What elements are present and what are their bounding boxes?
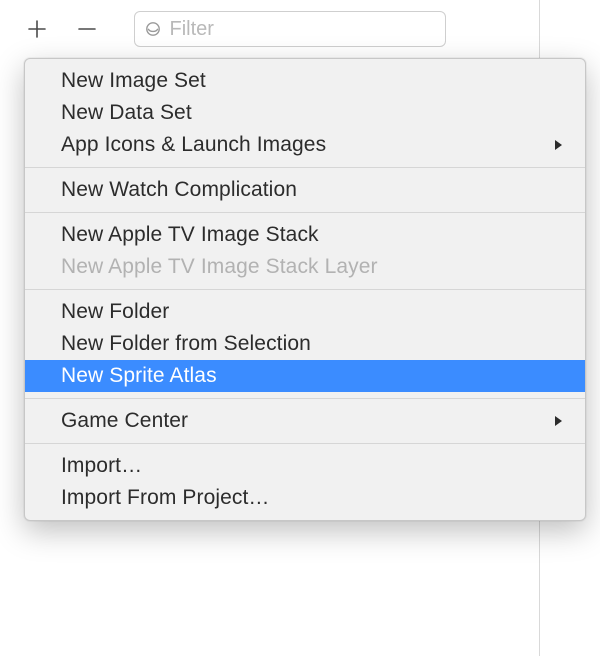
menu-item[interactable]: New Watch Complication bbox=[25, 174, 585, 206]
submenu-arrow-icon bbox=[553, 415, 565, 427]
menu-item-label: New Watch Complication bbox=[61, 178, 565, 202]
menu-item[interactable]: Import From Project… bbox=[25, 482, 585, 514]
menu-separator bbox=[25, 167, 585, 168]
menu-item-label: New Image Set bbox=[61, 69, 565, 93]
menu-item-label: Game Center bbox=[61, 409, 545, 433]
menu-item[interactable]: Import… bbox=[25, 450, 585, 482]
menu-separator bbox=[25, 212, 585, 213]
menu-item-label: Import From Project… bbox=[61, 486, 565, 510]
minus-icon bbox=[78, 20, 96, 38]
menu-item-label: New Data Set bbox=[61, 101, 565, 125]
remove-button[interactable] bbox=[76, 18, 98, 40]
menu-item[interactable]: New Sprite Atlas bbox=[25, 360, 585, 392]
menu-item[interactable]: New Data Set bbox=[25, 97, 585, 129]
menu-item-label: New Folder from Selection bbox=[61, 332, 565, 356]
menu-separator bbox=[25, 443, 585, 444]
menu-separator bbox=[25, 398, 585, 399]
menu-item[interactable]: New Apple TV Image Stack bbox=[25, 219, 585, 251]
menu-item-label: New Folder bbox=[61, 300, 565, 324]
menu-item-label: App Icons & Launch Images bbox=[61, 133, 545, 157]
menu-item: New Apple TV Image Stack Layer bbox=[25, 251, 585, 283]
menu-item[interactable]: App Icons & Launch Images bbox=[25, 129, 585, 161]
menu-item-label: New Sprite Atlas bbox=[61, 364, 565, 388]
submenu-arrow-icon bbox=[553, 139, 565, 151]
filter-field[interactable] bbox=[134, 11, 446, 47]
menu-item[interactable]: Game Center bbox=[25, 405, 585, 437]
context-menu[interactable]: New Image Set New Data Set App Icons & Lau… bbox=[24, 58, 586, 521]
add-button[interactable] bbox=[26, 18, 48, 40]
bottom-toolbar bbox=[0, 0, 490, 58]
menu-item-label: New Apple TV Image Stack bbox=[61, 223, 565, 247]
menu-separator bbox=[25, 289, 585, 290]
menu-item[interactable]: New Folder bbox=[25, 296, 585, 328]
filter-icon bbox=[145, 20, 161, 38]
menu-item[interactable]: New Image Set bbox=[25, 65, 585, 97]
menu-item-label: New Apple TV Image Stack Layer bbox=[61, 255, 565, 279]
menu-item[interactable]: New Folder from Selection bbox=[25, 328, 585, 360]
plus-icon bbox=[28, 20, 46, 38]
filter-input[interactable] bbox=[169, 18, 435, 41]
menu-item-label: Import… bbox=[61, 454, 565, 478]
filter-wrap bbox=[134, 11, 446, 47]
